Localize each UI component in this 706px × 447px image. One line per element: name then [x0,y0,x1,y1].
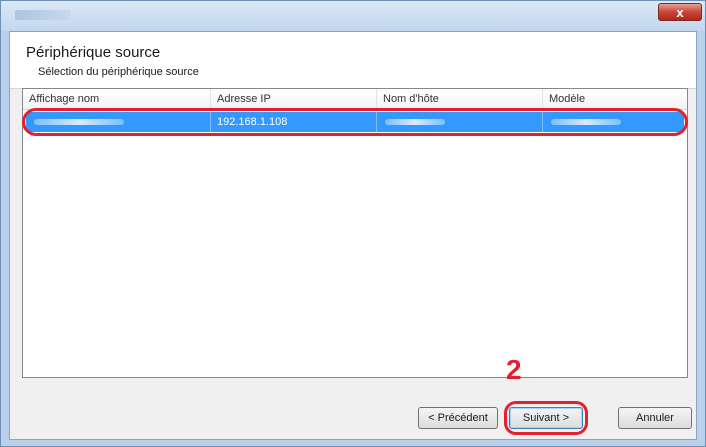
step-marker-2: 2 [506,354,522,385]
back-button[interactable]: < Précédent [418,407,498,429]
column-hostname[interactable]: Nom d'hôte [377,89,543,109]
header-panel: Périphérique source Sélection du périphé… [10,32,696,89]
annotation-highlight-next [504,401,588,435]
column-ip-address[interactable]: Adresse IP [211,89,377,109]
column-model[interactable]: Modèle [543,89,687,109]
title-bar: x [1,1,705,31]
wizard-window: x Périphérique source Sélection du périp… [0,0,706,447]
window-title [15,10,71,20]
device-list[interactable]: Affichage nom Adresse IP Nom d'hôte Modè… [22,88,688,378]
page-subtitle: Sélection du périphérique source [38,66,199,78]
list-header: Affichage nom Adresse IP Nom d'hôte Modè… [23,89,687,110]
page-title: Périphérique source [26,44,161,61]
close-icon: x [676,4,684,20]
close-button[interactable]: x [658,3,702,21]
annotation-highlight-row [22,108,688,136]
cancel-button[interactable]: Annuler [618,407,692,429]
column-display-name[interactable]: Affichage nom [23,89,211,109]
table-row[interactable]: 192.168.1.108 [22,108,688,136]
